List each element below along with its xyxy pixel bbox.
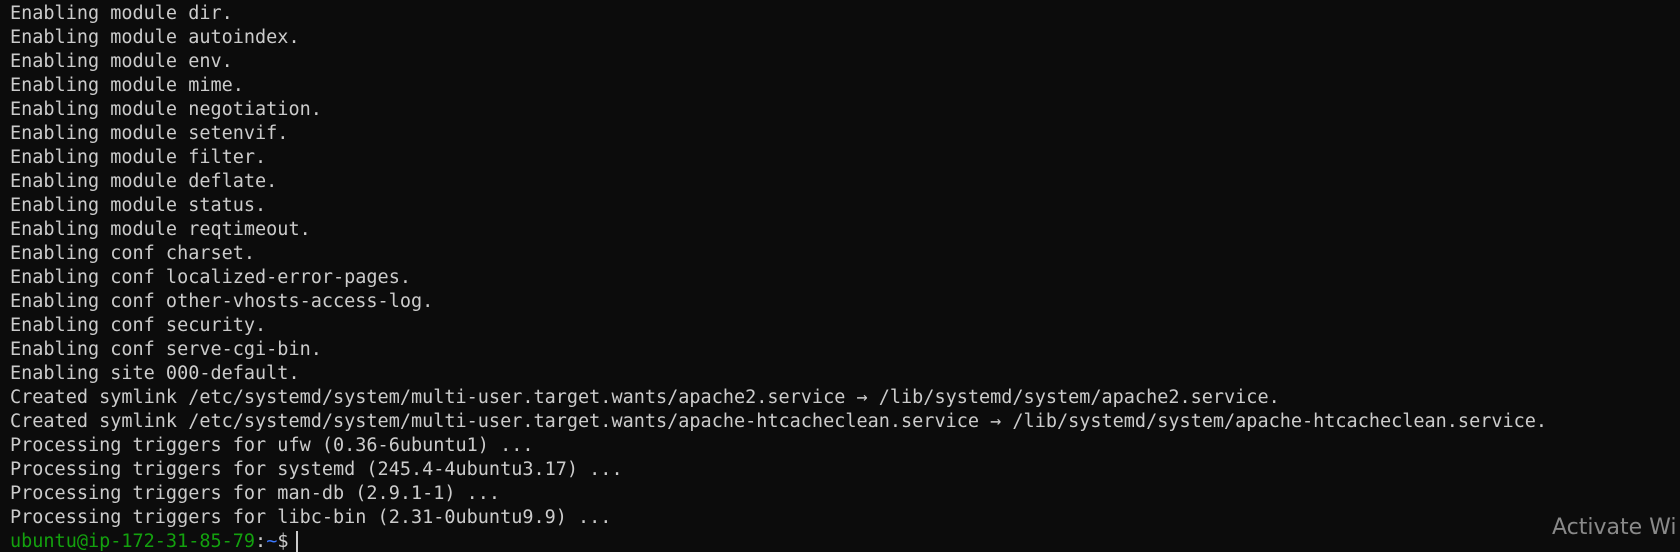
output-line: Created symlink /etc/systemd/system/mult…	[10, 411, 1548, 432]
output-line: Enabling module dir.	[10, 3, 233, 24]
output-line: Enabling conf localized-error-pages.	[10, 267, 411, 288]
output-line: Enabling conf serve-cgi-bin.	[10, 339, 322, 360]
output-line: Created symlink /etc/systemd/system/mult…	[10, 387, 1280, 408]
text-cursor[interactable]	[296, 531, 299, 552]
output-line: Enabling module negotiation.	[10, 99, 322, 120]
prompt-path: ~	[266, 531, 278, 552]
prompt-user-host: ubuntu@ip-172-31-85-79	[10, 531, 256, 552]
output-line: Enabling conf other-vhosts-access-log.	[10, 291, 434, 312]
output-line: Enabling module reqtimeout.	[10, 219, 311, 240]
output-line: Enabling site 000-default.	[10, 363, 300, 384]
output-line: Processing triggers for libc-bin (2.31-0…	[10, 507, 612, 528]
activate-windows-watermark: Activate Wi	[1552, 516, 1677, 540]
output-lines: Enabling module dir. Enabling module aut…	[10, 2, 1680, 530]
command-prompt[interactable]: ubuntu@ip-172-31-85-79: ~ $	[10, 530, 1680, 552]
output-line: Enabling module filter.	[10, 147, 267, 168]
output-line: Processing triggers for man-db (2.9.1-1)…	[10, 483, 501, 504]
output-line: Processing triggers for systemd (245.4-4…	[10, 459, 623, 480]
output-line: Enabling conf charset.	[10, 243, 256, 264]
output-line: Processing triggers for ufw (0.36-6ubunt…	[10, 435, 534, 456]
prompt-symbol: $	[277, 531, 289, 552]
output-line: Enabling conf security.	[10, 315, 267, 336]
output-line: Enabling module status.	[10, 195, 267, 216]
output-line: Enabling module autoindex.	[10, 27, 300, 48]
output-line: Enabling module setenvif.	[10, 123, 289, 144]
prompt-separator: :	[255, 531, 267, 552]
output-line: Enabling module mime.	[10, 75, 244, 96]
terminal-window[interactable]: Enabling module dir. Enabling module aut…	[0, 0, 1680, 552]
output-line: Enabling module deflate.	[10, 171, 278, 192]
output-line: Enabling module env.	[10, 51, 233, 72]
